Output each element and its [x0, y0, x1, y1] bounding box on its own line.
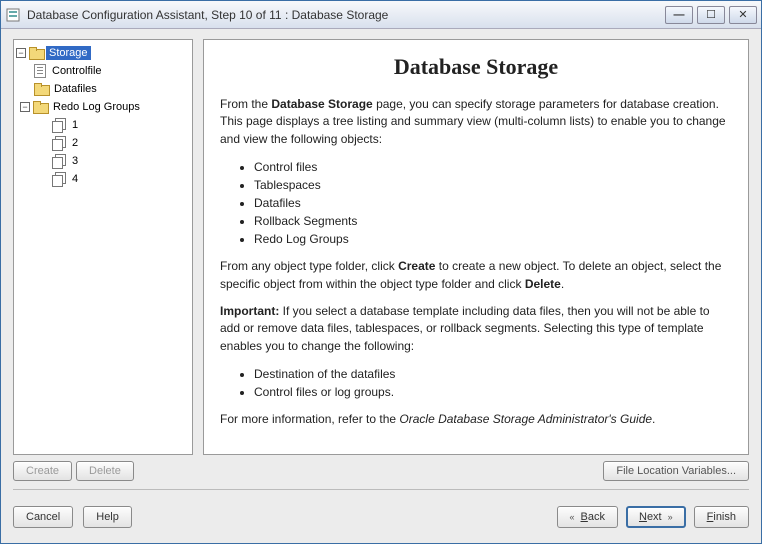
tree-column: − Storage Controlfile Datafiles −	[13, 39, 193, 481]
footer-left: Cancel Help	[13, 506, 132, 528]
expander-icon[interactable]: −	[20, 102, 30, 112]
tree-label[interactable]: 3	[69, 154, 81, 168]
chevron-right-icon: »	[668, 512, 673, 522]
back-label: Back	[581, 511, 605, 523]
list-item: Control files or log groups.	[254, 383, 732, 401]
create-delete-paragraph: From any object type folder, click Creat…	[220, 258, 732, 293]
window: Database Configuration Assistant, Step 1…	[0, 0, 762, 544]
tree-item-redo-3[interactable]: 3	[52, 152, 190, 170]
cancel-button[interactable]: Cancel	[13, 506, 73, 528]
back-button[interactable]: « Back	[557, 506, 618, 528]
tree-label[interactable]: 4	[69, 172, 81, 186]
list-item: Tablespaces	[254, 176, 732, 194]
stack-icon	[52, 172, 66, 186]
content-panel: Database Storage From the Database Stora…	[203, 39, 749, 455]
template-list: Destination of the datafiles Control fil…	[254, 365, 732, 401]
file-icon	[34, 64, 46, 78]
footer-right: « Back Next » Finish	[557, 506, 750, 528]
tree-panel[interactable]: − Storage Controlfile Datafiles −	[13, 39, 193, 455]
tree-item-redo-log-groups[interactable]: − Redo Log Groups	[34, 98, 190, 116]
main-row: − Storage Controlfile Datafiles −	[13, 39, 749, 481]
app-icon	[5, 7, 21, 23]
under-content-row: File Location Variables...	[203, 461, 749, 481]
list-item: Control files	[254, 158, 732, 176]
next-button[interactable]: Next »	[626, 506, 686, 528]
finish-button[interactable]: Finish	[694, 506, 749, 528]
tree-label[interactable]: Storage	[46, 46, 91, 60]
list-item: Rollback Segments	[254, 212, 732, 230]
folder-icon	[34, 83, 48, 95]
window-buttons: — ☐ ✕	[665, 6, 757, 24]
list-item: Datafiles	[254, 194, 732, 212]
folder-open-icon	[33, 101, 47, 113]
folder-open-icon	[29, 47, 43, 59]
finish-label: Finish	[707, 511, 736, 523]
delete-button[interactable]: Delete	[76, 461, 134, 481]
stack-icon	[52, 136, 66, 150]
expander-icon[interactable]: −	[16, 48, 26, 58]
tree-label[interactable]: Redo Log Groups	[50, 100, 143, 114]
tree-root-storage[interactable]: − Storage	[16, 44, 190, 62]
help-button[interactable]: Help	[83, 506, 132, 528]
tree-item-controlfile[interactable]: Controlfile	[34, 62, 190, 80]
create-button[interactable]: Create	[13, 461, 72, 481]
stack-icon	[52, 154, 66, 168]
tree-item-redo-1[interactable]: 1	[52, 116, 190, 134]
tree-label[interactable]: 1	[69, 118, 81, 132]
tree-item-datafiles[interactable]: Datafiles	[34, 80, 190, 98]
intro-paragraph: From the Database Storage page, you can …	[220, 96, 732, 148]
next-label: Next	[639, 511, 662, 523]
tree-item-redo-4[interactable]: 4	[52, 170, 190, 188]
window-title: Database Configuration Assistant, Step 1…	[27, 8, 665, 22]
important-paragraph: Important: If you select a database temp…	[220, 303, 732, 355]
more-info-paragraph: For more information, refer to the Oracl…	[220, 411, 732, 428]
list-item: Redo Log Groups	[254, 230, 732, 248]
titlebar: Database Configuration Assistant, Step 1…	[1, 1, 761, 29]
tree-actions: Create Delete	[13, 461, 193, 481]
objects-list: Control files Tablespaces Datafiles Roll…	[254, 158, 732, 248]
tree-label[interactable]: Controlfile	[49, 64, 105, 78]
minimize-button[interactable]: —	[665, 6, 693, 24]
stack-icon	[52, 118, 66, 132]
list-item: Destination of the datafiles	[254, 365, 732, 383]
tree-item-redo-2[interactable]: 2	[52, 134, 190, 152]
close-button[interactable]: ✕	[729, 6, 757, 24]
maximize-button[interactable]: ☐	[697, 6, 725, 24]
tree-label[interactable]: 2	[69, 136, 81, 150]
page-heading: Database Storage	[220, 54, 732, 80]
file-location-variables-button[interactable]: File Location Variables...	[603, 461, 749, 481]
chevron-left-icon: «	[570, 512, 575, 522]
client-area: − Storage Controlfile Datafiles −	[1, 29, 761, 543]
tree-label[interactable]: Datafiles	[51, 82, 100, 96]
wizard-footer: Cancel Help « Back Next » Finish	[13, 489, 749, 533]
